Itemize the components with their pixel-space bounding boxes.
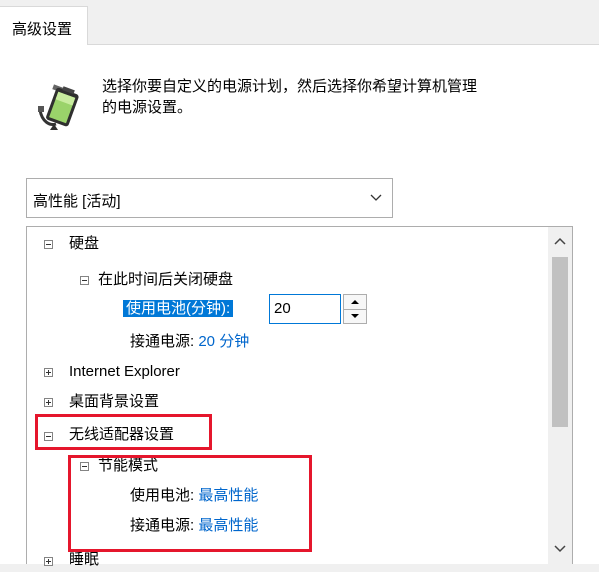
expand-desktop-bg-icon[interactable] bbox=[44, 398, 53, 407]
tree-item-harddisk[interactable]: 硬盘 bbox=[69, 232, 99, 256]
scroll-down-icon[interactable] bbox=[554, 545, 566, 553]
on-battery-minutes-input[interactable]: 20 bbox=[269, 294, 341, 324]
arrow-down-icon bbox=[351, 314, 359, 318]
collapse-harddisk-icon[interactable] bbox=[44, 240, 53, 249]
expand-ie-icon[interactable] bbox=[44, 368, 53, 377]
arrow-up-icon bbox=[351, 300, 359, 304]
power-plan-dropdown[interactable]: 高性能 [活动] bbox=[26, 178, 393, 218]
description-line-2: 的电源设置。 bbox=[102, 99, 193, 116]
plugged-in-label: 接通电源: bbox=[130, 333, 195, 350]
on-battery-minutes-label: 使用电池(分钟): bbox=[123, 297, 234, 321]
spin-up-button[interactable] bbox=[344, 295, 366, 310]
on-battery-label: 使用电池(分钟): bbox=[123, 300, 234, 317]
minutes-spinner[interactable] bbox=[343, 294, 367, 324]
plugged-in-row: 接通电源: 20 分钟 bbox=[130, 330, 249, 354]
tree-item-desktop-background[interactable]: 桌面背景设置 bbox=[69, 390, 159, 414]
tab-strip: 高级设置 bbox=[0, 0, 599, 45]
highlight-box-power-saving bbox=[68, 455, 312, 552]
tree-item-internet-explorer[interactable]: Internet Explorer bbox=[69, 360, 180, 384]
tree-item-turn-off-disk[interactable]: 在此时间后关闭硬盘 bbox=[98, 268, 233, 292]
power-plan-selected: 高性能 [活动] bbox=[33, 193, 121, 210]
description-text: 选择你要自定义的电源计划，然后选择你希望计算机管理 的电源设置。 bbox=[102, 76, 582, 118]
collapse-turn-off-disk-icon[interactable] bbox=[80, 276, 89, 285]
plugged-in-value-link[interactable]: 20 分钟 bbox=[198, 333, 249, 350]
tab-label: 高级设置 bbox=[12, 21, 73, 38]
scroll-thumb[interactable] bbox=[552, 257, 568, 427]
on-battery-minutes-value: 20 bbox=[274, 300, 291, 317]
expand-sleep-icon[interactable] bbox=[44, 557, 53, 566]
tab-advanced-settings[interactable]: 高级设置 bbox=[0, 6, 88, 45]
highlight-box-wireless bbox=[35, 414, 212, 450]
spin-down-button[interactable] bbox=[344, 309, 366, 323]
scroll-up-icon[interactable] bbox=[554, 237, 566, 245]
tree-scrollbar[interactable] bbox=[548, 227, 572, 564]
battery-plug-icon bbox=[38, 84, 79, 130]
description-line-1: 选择你要自定义的电源计划，然后选择你希望计算机管理 bbox=[102, 78, 478, 95]
chevron-down-icon bbox=[370, 194, 382, 201]
